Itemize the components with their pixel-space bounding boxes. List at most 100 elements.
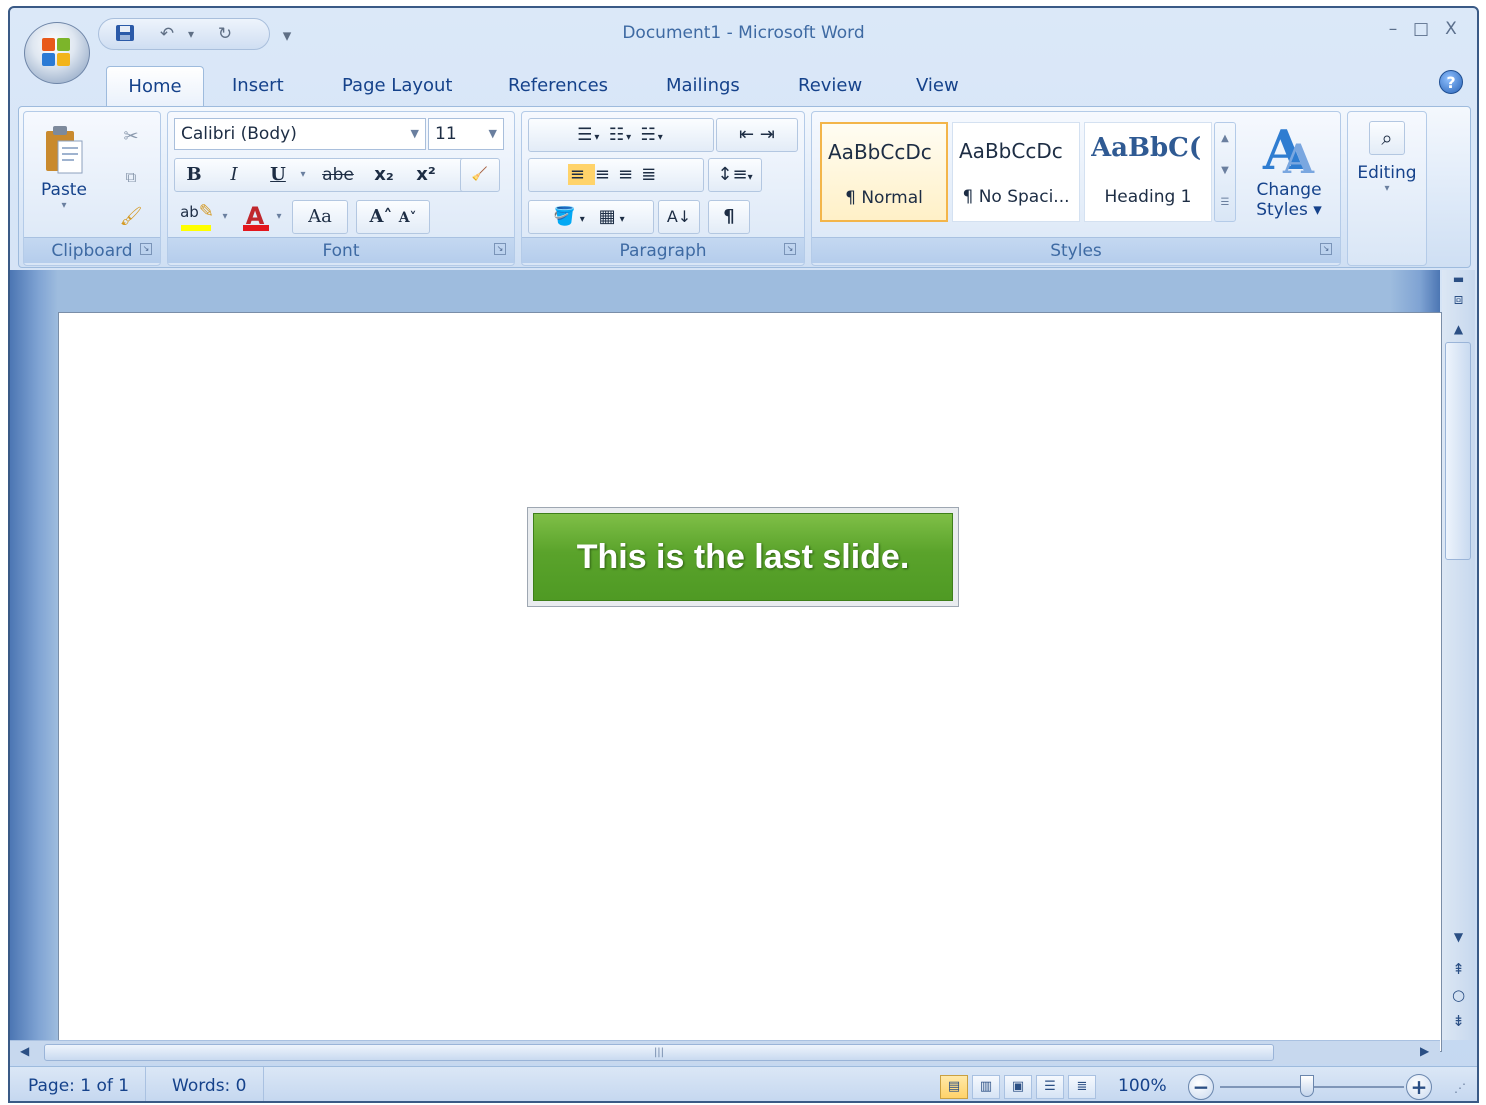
next-page-icon[interactable]: ⇟ <box>1442 1012 1475 1030</box>
grow-font-button[interactable]: A˄ <box>369 206 392 227</box>
clipboard-launcher-icon[interactable]: ↘ <box>140 243 152 255</box>
office-button[interactable] <box>24 22 90 84</box>
sort-icon[interactable]: A↓ <box>658 200 700 234</box>
style-heading-1[interactable]: AaBbC( Heading 1 <box>1084 122 1212 222</box>
font-color-dropdown-icon[interactable]: ▾ <box>272 200 286 234</box>
copy-icon[interactable]: ⧉ <box>114 160 148 194</box>
tab-insert[interactable]: Insert <box>216 66 300 106</box>
strikethrough-button[interactable]: abe <box>316 158 360 192</box>
font-name-combo[interactable]: Calibri (Body) ▼ <box>174 118 426 150</box>
align-left-icon[interactable]: ≡ <box>567 164 595 185</box>
align-center-icon[interactable]: ≡ <box>595 164 618 185</box>
style-no-spacing[interactable]: AaBbCcDc ¶ No Spaci... <box>952 122 1080 222</box>
scroll-up-icon[interactable]: ▲ <box>1442 322 1475 336</box>
borders-icon[interactable]: ▦ <box>599 206 620 227</box>
italic-button[interactable]: I <box>218 158 250 192</box>
increase-indent-icon[interactable]: ⇥ <box>760 124 775 145</box>
print-layout-view-icon[interactable]: ▤ <box>940 1075 968 1099</box>
document-page[interactable]: This is the last slide. <box>58 312 1442 1052</box>
styles-group-label: Styles <box>812 237 1340 263</box>
line-spacing-dropdown-icon: ▾ <box>747 172 753 183</box>
tab-mailings[interactable]: Mailings <box>650 66 756 106</box>
slide-text-box[interactable]: This is the last slide. <box>527 507 959 607</box>
horizontal-scroll-thumb[interactable]: ||| <box>44 1044 1274 1061</box>
svg-text:A: A <box>1282 136 1315 175</box>
help-icon[interactable]: ? <box>1439 70 1463 94</box>
shading-icon[interactable]: 🪣 <box>553 206 579 227</box>
vertical-scrollbar[interactable]: ▬ ⧈ ▲ ▼ ⇞ ○ ⇟ <box>1442 270 1475 1040</box>
justify-icon[interactable]: ≣ <box>641 164 664 185</box>
full-screen-reading-icon[interactable]: ▥ <box>972 1075 1000 1099</box>
change-styles-label-2: Styles ▾ <box>1256 200 1322 220</box>
paragraph-launcher-icon[interactable]: ↘ <box>784 243 796 255</box>
styles-scroll-up-icon[interactable]: ▲ <box>1215 123 1235 155</box>
style-sample: AaBbCcDc <box>828 140 932 164</box>
line-spacing-button[interactable]: ↕≡▾ <box>708 158 762 192</box>
shading-border-buttons: 🪣▾ ▦▾ <box>528 200 654 234</box>
shrink-font-button[interactable]: A˅ <box>399 210 417 226</box>
font-launcher-icon[interactable]: ↘ <box>494 243 506 255</box>
web-layout-icon[interactable]: ▣ <box>1004 1075 1032 1099</box>
highlight-button[interactable]: ab✎ <box>176 200 218 234</box>
multilevel-dropdown-icon[interactable]: ▾ <box>658 132 665 143</box>
shading-dropdown-icon[interactable]: ▾ <box>580 214 589 225</box>
clear-formatting-icon[interactable]: 🧹 <box>460 158 500 192</box>
font-color-button[interactable]: A <box>238 200 272 234</box>
scroll-down-icon[interactable]: ▼ <box>1442 930 1475 944</box>
style-normal[interactable]: AaBbCcDc ¶ Normal <box>820 122 948 222</box>
word-count[interactable]: Words: 0 <box>156 1067 264 1101</box>
underline-dropdown-icon[interactable]: ▾ <box>296 158 310 192</box>
numbering-icon[interactable]: ☷ <box>609 125 626 145</box>
styles-scroll-down-icon[interactable]: ▼ <box>1215 155 1235 187</box>
close-button[interactable]: X <box>1439 18 1463 40</box>
chevron-down-icon[interactable]: ▼ <box>489 119 497 149</box>
superscript-button[interactable]: x² <box>408 158 444 192</box>
decrease-indent-icon[interactable]: ⇤ <box>739 124 754 145</box>
resize-grip-icon[interactable]: ⋰ <box>1454 1081 1466 1095</box>
bold-button[interactable]: B <box>178 158 210 192</box>
numbering-dropdown-icon[interactable]: ▾ <box>626 132 633 143</box>
ruler-toggle-icon[interactable]: ⧈ <box>1442 290 1475 308</box>
change-case-button[interactable]: Aa <box>292 200 348 234</box>
maximize-button[interactable]: □ <box>1409 18 1433 40</box>
bullets-icon[interactable]: ☰ <box>577 125 594 145</box>
font-size-combo[interactable]: 11 ▼ <box>428 118 504 150</box>
zoom-level[interactable]: 100% <box>1118 1067 1167 1101</box>
tab-page-layout[interactable]: Page Layout <box>326 66 469 106</box>
change-styles-button[interactable]: A A Change Styles ▾ <box>1244 116 1334 228</box>
select-browse-object-icon[interactable]: ○ <box>1442 986 1475 1004</box>
horizontal-scrollbar[interactable]: ◀ ||| ▶ <box>10 1040 1440 1064</box>
bullets-dropdown-icon[interactable]: ▾ <box>594 132 601 143</box>
outline-view-icon[interactable]: ☰ <box>1036 1075 1064 1099</box>
previous-page-icon[interactable]: ⇞ <box>1442 960 1475 978</box>
format-painter-icon[interactable]: 🖌 <box>114 200 148 234</box>
cut-icon[interactable]: ✂ <box>114 120 148 154</box>
vertical-scroll-thumb[interactable] <box>1445 342 1471 560</box>
tab-references[interactable]: References <box>492 66 624 106</box>
borders-dropdown-icon[interactable]: ▾ <box>620 214 629 225</box>
scroll-right-icon[interactable]: ▶ <box>1420 1044 1429 1058</box>
highlight-dropdown-icon[interactable]: ▾ <box>218 200 232 234</box>
chevron-down-icon[interactable]: ▼ <box>411 119 419 149</box>
editing-button[interactable]: ⌕ Editing ▾ <box>1352 116 1422 236</box>
word-window: ↶ ▾ ↻ ▾ Document1 - Microsoft Word – □ X… <box>8 6 1479 1103</box>
show-hide-button[interactable]: ¶ <box>708 200 750 234</box>
page-count[interactable]: Page: 1 of 1 <box>12 1067 147 1101</box>
subscript-button[interactable]: x₂ <box>366 158 402 192</box>
scroll-left-icon[interactable]: ◀ <box>20 1044 29 1058</box>
minimize-button[interactable]: – <box>1381 18 1405 40</box>
styles-more-icon[interactable]: ☰ <box>1215 187 1235 219</box>
draft-view-icon[interactable]: ≣ <box>1068 1075 1096 1099</box>
tab-review[interactable]: Review <box>782 66 878 106</box>
zoom-out-icon[interactable]: − <box>1188 1074 1214 1100</box>
align-right-icon[interactable]: ≡ <box>618 164 641 185</box>
multilevel-list-icon[interactable]: ☵ <box>641 125 658 145</box>
tab-view[interactable]: View <box>900 66 975 106</box>
underline-button[interactable]: U <box>262 158 294 192</box>
styles-launcher-icon[interactable]: ↘ <box>1320 243 1332 255</box>
zoom-in-icon[interactable]: + <box>1406 1074 1432 1100</box>
split-handle-icon[interactable]: ▬ <box>1442 272 1475 286</box>
tab-home[interactable]: Home <box>106 66 204 106</box>
zoom-slider-thumb[interactable] <box>1300 1075 1314 1097</box>
paste-button[interactable]: Paste ▾ <box>30 116 98 224</box>
